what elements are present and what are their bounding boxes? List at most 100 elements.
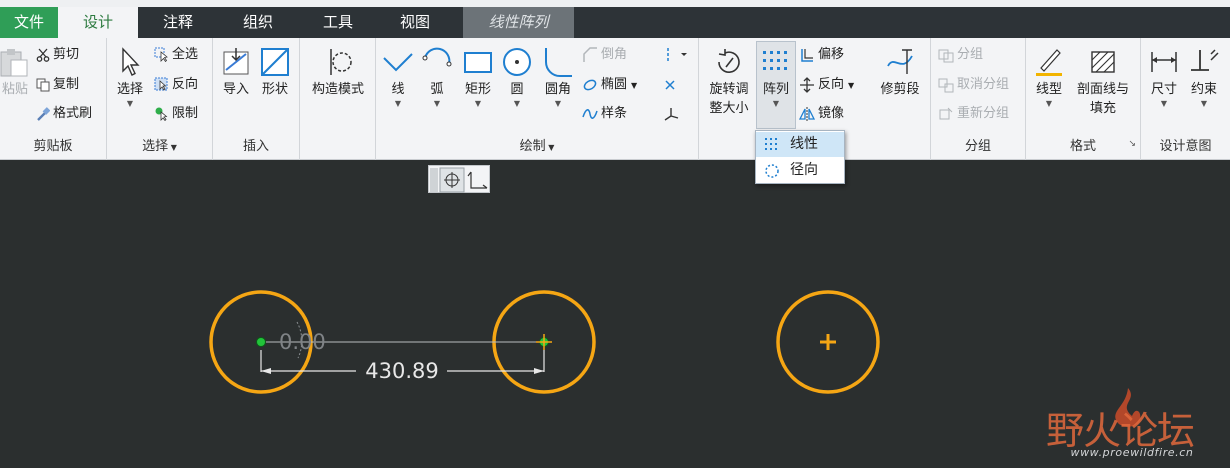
menu-item-radial[interactable]: 径向: [756, 158, 844, 183]
dimension-button[interactable]: 尺寸 ▼: [1145, 46, 1183, 109]
filter-limit-icon: [155, 107, 168, 122]
rectangle-label: 矩形: [464, 82, 491, 97]
constraint-button[interactable]: 约束 ▼: [1185, 46, 1223, 109]
menu-item-linear-label: 线性: [790, 136, 818, 152]
menu-item-linear[interactable]: 线性: [756, 132, 844, 157]
tab-design[interactable]: 设计: [58, 7, 138, 38]
ungroup-label: 取消分组: [957, 77, 1010, 92]
line-icon: [383, 53, 413, 72]
group-icon: [938, 49, 954, 62]
limit-button[interactable]: 限制: [154, 102, 198, 126]
format-painter-button[interactable]: 格式刷: [36, 102, 92, 126]
centerline-button[interactable]: [663, 43, 694, 67]
chevron-down-icon: ▼: [394, 99, 402, 108]
mirror-label: 镜像: [818, 106, 845, 121]
arc-button[interactable]: 弧 ▼: [420, 46, 454, 109]
shape-label: 形状: [261, 82, 288, 97]
copy-button[interactable]: 复制: [36, 73, 79, 97]
reverse-icon: [800, 76, 814, 93]
cursor-arrow-icon: [122, 47, 140, 76]
tab-organize[interactable]: 组织: [218, 7, 298, 38]
ellipse-label: 椭圆: [601, 77, 628, 92]
chamfer-button[interactable]: 倒角: [582, 43, 627, 67]
reverse-button[interactable]: 反向 ▼: [799, 73, 854, 97]
select-all-button[interactable]: 全选: [154, 43, 198, 67]
regroup-button[interactable]: 重新分组: [938, 102, 1009, 126]
paste-button[interactable]: 粘贴: [0, 46, 32, 99]
mirror-button[interactable]: 镜像: [798, 102, 845, 126]
rectangle-button[interactable]: 矩形 ▼: [460, 46, 496, 109]
linetype-button[interactable]: 线型 ▼: [1030, 46, 1068, 109]
origin-node-icon[interactable]: [256, 337, 266, 347]
mini-toolbar: [428, 165, 490, 193]
drag-handle-icon[interactable]: [536, 334, 552, 350]
invert-select-icon: [154, 77, 168, 91]
import-icon: [223, 48, 249, 75]
group-select: 选择 ▼ 全选 反向 限制 选择 ▼: [107, 38, 213, 160]
rotate-resize-button[interactable]: 旋转调 整大小: [703, 46, 755, 118]
rectangle-icon: [464, 52, 492, 73]
tab-linear-pattern[interactable]: 线性阵列: [463, 7, 574, 38]
menu-item-radial-label: 径向: [790, 162, 818, 178]
chevron-down-icon: ▼: [631, 81, 638, 90]
ellipse-button[interactable]: 椭圆 ▼: [582, 73, 637, 97]
format-painter-label: 格式刷: [53, 106, 93, 121]
trim-segment-button[interactable]: 修剪段: [875, 46, 925, 99]
coordinate-system-button[interactable]: [663, 102, 682, 126]
offset-button[interactable]: 偏移: [799, 43, 844, 67]
hatch-label-1: 剖面线与: [1076, 82, 1129, 97]
shape-icon: [261, 48, 289, 76]
line-button[interactable]: 线 ▼: [381, 46, 415, 109]
fillet-button[interactable]: 圆角 ▼: [538, 46, 578, 109]
group-label: 分组: [957, 47, 984, 62]
construction-mode-button[interactable]: 构造模式: [304, 46, 372, 99]
point-button[interactable]: [663, 73, 680, 97]
shape-button[interactable]: 形状: [257, 46, 293, 99]
select-label: 选择: [116, 82, 143, 97]
hatch-fill-button[interactable]: 剖面线与 填充: [1070, 46, 1136, 118]
copy-icon: [36, 78, 50, 91]
tab-view[interactable]: 视图: [378, 7, 452, 38]
dialog-launcher-icon[interactable]: ↘: [1128, 139, 1136, 149]
hatch-label-2: 填充: [1089, 101, 1116, 116]
regroup-label: 重新分组: [957, 106, 1010, 121]
select-all-label: 全选: [172, 47, 199, 62]
design-intent-group-label: 设计意图: [1159, 139, 1212, 154]
group-format: 线型 ▼ 剖面线与 填充 格式 ↘: [1026, 38, 1141, 160]
chevron-down-icon: ▼: [1160, 99, 1168, 108]
angle-value[interactable]: 0.00: [279, 330, 326, 354]
watermark-url: www.proewildfire.cn: [1070, 446, 1194, 459]
group-clipboard: 粘贴 剪切 复制 格式刷 剪贴板: [0, 38, 107, 160]
mirror-icon: [798, 106, 816, 121]
center-mark-icon: [820, 334, 836, 350]
circle-button[interactable]: 圆 ▼: [500, 46, 534, 109]
rotate-resize-icon: [718, 49, 740, 73]
pattern-button-active[interactable]: 阵列 ▼: [757, 46, 795, 109]
import-label: 导入: [222, 82, 249, 97]
import-button[interactable]: 导入: [219, 46, 253, 99]
tab-file[interactable]: 文件: [0, 7, 58, 38]
line-label: 线: [391, 82, 405, 97]
ribbon: 粘贴 剪切 复制 格式刷 剪贴板 选择 ▼ 全选 反向 限制 选择 ▼ 导入 形…: [0, 38, 1230, 160]
group-sketch: 线 ▼ 弧 ▼ 矩形 ▼ 圆 ▼ 圆角 ▼ 倒角 椭圆 ▼ 样条 绘制 ▼: [376, 38, 699, 160]
coordinate-system-icon: [664, 107, 679, 121]
ungroup-button[interactable]: 取消分组: [938, 73, 1009, 97]
insert-group-label: 插入: [242, 139, 269, 154]
tab-tools[interactable]: 工具: [298, 7, 378, 38]
circle-label: 圆: [510, 82, 524, 97]
group-button[interactable]: 分组: [938, 43, 983, 67]
reverse-label: 反向: [818, 77, 845, 92]
circle-icon: [503, 48, 531, 76]
constraint-label: 约束: [1190, 82, 1217, 97]
chevron-down-icon: ▼: [772, 99, 780, 108]
cut-button[interactable]: 剪切: [36, 43, 79, 67]
select-button[interactable]: 选择 ▼: [113, 46, 147, 109]
offset-label: 偏移: [818, 47, 845, 62]
paste-icon: [0, 49, 28, 77]
trim-label: 修剪段: [880, 82, 920, 97]
tab-annotate[interactable]: 注释: [138, 7, 218, 38]
invert-selection-button[interactable]: 反向: [154, 73, 198, 97]
distance-value[interactable]: 430.89: [357, 359, 447, 383]
spline-button[interactable]: 样条: [582, 102, 627, 126]
clipboard-group-label: 剪贴板: [33, 139, 73, 154]
